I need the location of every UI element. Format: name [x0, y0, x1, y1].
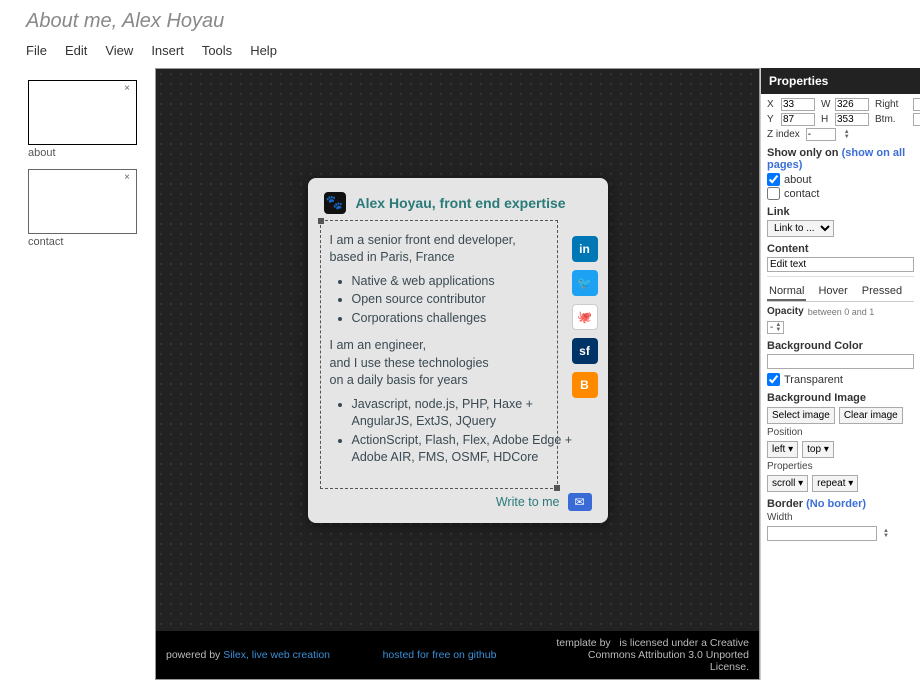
bgcolor-title: Background Color	[767, 340, 914, 352]
select-image-button[interactable]: Select image	[767, 407, 835, 424]
btm-label: Btm.	[875, 114, 911, 125]
opacity-label: Opacity	[767, 306, 804, 317]
chk-about-label: about	[784, 174, 812, 186]
list-item: Native & web applications	[352, 273, 586, 291]
close-icon[interactable]: ×	[124, 172, 130, 183]
hosted-link[interactable]: hosted for free on github	[383, 649, 497, 661]
link-to-select[interactable]: Link to ...	[767, 220, 834, 237]
selected-text-block[interactable]: I am a senior front end developer, based…	[324, 224, 592, 485]
no-border-link[interactable]: (No border)	[806, 498, 866, 510]
bgimage-title: Background Image	[767, 392, 914, 404]
para-line: on a daily basis for years	[330, 372, 586, 390]
para-line: I am an engineer,	[330, 337, 586, 355]
right-label: Right	[875, 99, 911, 110]
social-column: in 🐦 🐙 sf B	[572, 236, 598, 398]
h-label: H	[821, 114, 833, 125]
show-only-label: Show only on	[767, 147, 839, 159]
list-item: Corporations challenges	[352, 310, 586, 328]
menu-help[interactable]: Help	[250, 43, 277, 58]
page-label: contact	[28, 236, 137, 248]
menu-edit[interactable]: Edit	[65, 43, 87, 58]
canvas-frame[interactable]: 🐾 Alex Hoyau, front end expertise I am a…	[155, 68, 760, 680]
x-label: X	[767, 99, 779, 110]
w-label: W	[821, 99, 833, 110]
pos-left-select[interactable]: left ▾	[767, 441, 798, 458]
sourceforge-icon[interactable]: sf	[572, 338, 598, 364]
h-input[interactable]	[835, 113, 869, 126]
chk-transparent[interactable]	[767, 373, 780, 386]
tab-hover[interactable]: Hover	[816, 283, 849, 301]
scroll-select[interactable]: scroll ▾	[767, 475, 808, 492]
tab-pressed[interactable]: Pressed	[860, 283, 904, 301]
twitter-icon[interactable]: 🐦	[572, 270, 598, 296]
transparent-label: Transparent	[784, 374, 843, 386]
border-title: Border	[767, 498, 803, 510]
page-thumb-about[interactable]: ×	[28, 80, 137, 145]
menubar: File Edit View Insert Tools Help	[0, 37, 920, 68]
mail-icon[interactable]: ✉	[568, 493, 592, 511]
right-input[interactable]	[913, 98, 920, 111]
link-title: Link	[767, 206, 914, 218]
opacity-hint: between 0 and 1	[808, 307, 875, 317]
close-icon[interactable]: ×	[124, 83, 130, 94]
pages-panel: × about × contact	[0, 68, 155, 680]
page-title: About me, Alex Hoyau	[0, 0, 920, 37]
state-tabs: Normal Hover Pressed	[767, 283, 914, 302]
para-line: and I use these technologies	[330, 355, 586, 373]
border-width-stepper[interactable]: ▲▼	[883, 529, 889, 539]
y-label: Y	[767, 114, 779, 125]
paw-icon: 🐾	[324, 192, 346, 214]
menu-view[interactable]: View	[105, 43, 133, 58]
edit-text-input[interactable]	[767, 257, 914, 272]
w-input[interactable]	[835, 98, 869, 111]
canvas: 🐾 Alex Hoyau, front end expertise I am a…	[155, 68, 760, 680]
x-input[interactable]	[781, 98, 815, 111]
blogger-icon[interactable]: B	[572, 372, 598, 398]
border-width-input[interactable]	[767, 526, 877, 541]
chk-contact[interactable]	[767, 187, 780, 200]
intro-line: based in Paris, France	[330, 249, 586, 267]
pos-top-select[interactable]: top ▾	[802, 441, 834, 458]
page-thumb-contact[interactable]: ×	[28, 169, 137, 234]
zindex-stepper[interactable]: ▲▼	[844, 130, 850, 140]
chk-contact-label: contact	[784, 188, 819, 200]
content-title: Content	[767, 243, 914, 255]
menu-tools[interactable]: Tools	[202, 43, 232, 58]
position-label: Position	[767, 427, 914, 438]
clear-image-button[interactable]: Clear image	[839, 407, 903, 424]
y-input[interactable]	[781, 113, 815, 126]
bg-props-label: Properties	[767, 461, 914, 472]
menu-file[interactable]: File	[26, 43, 47, 58]
github-icon[interactable]: 🐙	[572, 304, 598, 330]
zindex-label: Z index	[767, 129, 800, 140]
card-title: Alex Hoyau, front end expertise	[356, 195, 566, 211]
opacity-input[interactable]: -▲▼	[767, 321, 784, 334]
write-to-me-link[interactable]: Write to me	[496, 495, 560, 509]
linkedin-icon[interactable]: in	[572, 236, 598, 262]
tab-normal[interactable]: Normal	[767, 283, 806, 301]
border-width-label: Width	[767, 512, 914, 523]
list-item: ActionScript, Flash, Flex, Adobe Edge + …	[352, 432, 586, 467]
list-item: Javascript, node.js, PHP, Haxe + Angular…	[352, 396, 586, 431]
zindex-input[interactable]	[806, 128, 836, 141]
list-item: Open source contributor	[352, 291, 586, 309]
bgcolor-input[interactable]	[767, 354, 914, 369]
properties-header: Properties	[761, 68, 920, 94]
chk-about[interactable]	[767, 173, 780, 186]
intro-line: I am a senior front end developer,	[330, 232, 586, 250]
repeat-select[interactable]: repeat ▾	[812, 475, 858, 492]
page-label: about	[28, 147, 137, 159]
btm-input[interactable]	[913, 113, 920, 126]
canvas-footer: powered by Silex, live web creation host…	[156, 631, 759, 679]
silex-link[interactable]: Silex, live web creation	[223, 649, 330, 661]
properties-panel: Properties X W Right Y H Btm.	[760, 68, 920, 680]
content-card[interactable]: 🐾 Alex Hoyau, front end expertise I am a…	[308, 178, 608, 523]
menu-insert[interactable]: Insert	[151, 43, 184, 58]
